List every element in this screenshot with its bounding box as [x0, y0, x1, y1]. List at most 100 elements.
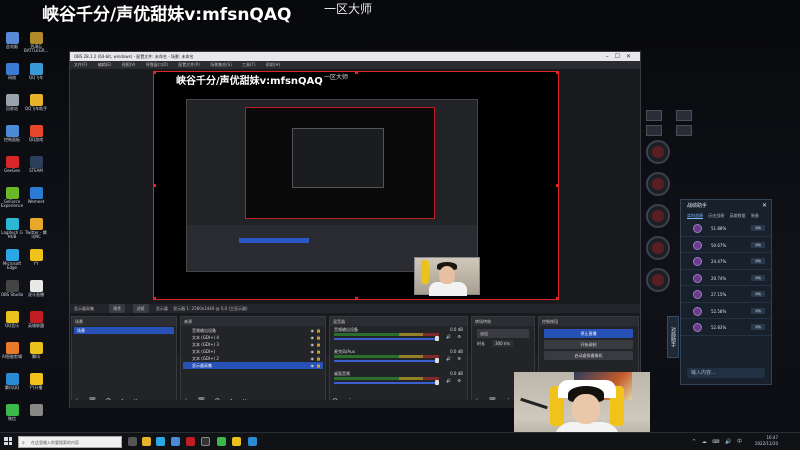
gear-icon[interactable]: ⚙	[457, 378, 461, 383]
lock-icon[interactable]: 🔒	[316, 334, 321, 341]
details-button[interactable]: 详情	[751, 291, 765, 297]
resize-handle[interactable]	[556, 297, 558, 299]
source-item[interactable]: 音频输出设备 ◉ 🔒	[183, 327, 323, 334]
lock-icon[interactable]: 🔒	[316, 362, 321, 369]
desktop-shortcut[interactable]: 英雄联盟	[24, 311, 48, 328]
desktop-shortcut[interactable]: 此电脑	[0, 32, 24, 49]
desktop-shortcut[interactable]: GeForce Experience	[0, 187, 24, 209]
menu-edit[interactable]: 编辑(E)	[98, 62, 112, 67]
resize-handle[interactable]	[154, 297, 156, 299]
visibility-eye-icon[interactable]: ◉	[311, 348, 315, 355]
close-icon[interactable]: ✕	[762, 200, 767, 212]
stop-streaming-button[interactable]: 停止直播	[544, 329, 633, 338]
visibility-eye-icon[interactable]: ◉	[311, 341, 315, 348]
obs-title-bar[interactable]: OBS 28.1.2 (64-bit, windows) - 配置文件: 未命名…	[70, 52, 640, 61]
task-view-icon[interactable]	[128, 437, 137, 446]
source-item[interactable]: 文本 (GDI+) ◉ 🔒	[183, 348, 323, 355]
side-square-button[interactable]	[646, 110, 662, 121]
details-button[interactable]: 详情	[751, 274, 765, 281]
visibility-eye-icon[interactable]: ◉	[311, 355, 315, 362]
obs-window[interactable]: OBS 28.1.2 (64-bit, windows) - 配置文件: 未命名…	[69, 51, 641, 408]
volume-slider[interactable]	[334, 382, 439, 384]
preview-canvas[interactable]: 峡谷千分/声优甜妹v:mfsnQAQ 一区大师	[153, 71, 559, 300]
taskbar-clock[interactable]: 16:47 2022/11/20	[755, 435, 778, 447]
volume-slider-handle[interactable]	[435, 358, 439, 363]
visibility-eye-icon[interactable]: ◉	[311, 327, 315, 334]
resize-handle[interactable]	[355, 72, 358, 74]
menu-file[interactable]: 文件(F)	[74, 62, 87, 67]
taskbar-search[interactable]: ⌕ 在这里输入你要搜索的内容	[18, 436, 122, 448]
system-tray[interactable]: ^ ☁ ⌨ 🔊 中	[692, 438, 744, 445]
virtual-camera-button[interactable]: 启动虚拟摄像机	[544, 351, 633, 360]
properties-button[interactable]: 属性	[109, 304, 126, 313]
details-button[interactable]: 详情	[751, 324, 765, 330]
speaker-icon[interactable]: 🔊	[446, 334, 451, 339]
display-select[interactable]: 显示器 1: 2560x1440 @ 0,0 (主显示器)	[173, 306, 247, 311]
resize-handle[interactable]	[355, 297, 358, 299]
edge-icon[interactable]	[156, 437, 165, 446]
desktop-shortcut[interactable]: GeeGee	[0, 156, 24, 173]
menu-help[interactable]: 帮助(H)	[266, 62, 280, 67]
app-icon[interactable]	[186, 437, 195, 446]
start-recording-button[interactable]: 开始录制	[544, 340, 633, 349]
obs-icon[interactable]	[201, 437, 210, 446]
app-icon[interactable]	[248, 437, 257, 446]
desktop-shortcut[interactable]: Logitech G HUB	[0, 218, 24, 240]
lock-icon[interactable]: 🔒	[316, 355, 321, 362]
window-controls[interactable]: –☐✕	[606, 52, 637, 61]
desktop-shortcut[interactable]: QQ音乐	[0, 311, 24, 328]
desktop-shortcut[interactable]: QQ游戏	[24, 125, 48, 142]
filters-button[interactable]: 滤镜	[132, 304, 149, 313]
visibility-eye-icon[interactable]: ◉	[311, 334, 315, 341]
desktop-shortcut[interactable]: QQ飞车	[24, 63, 48, 80]
visibility-eye-icon[interactable]: ◉	[311, 362, 315, 369]
hero-slot-button[interactable]	[646, 268, 670, 292]
volume-slider-handle[interactable]	[435, 336, 439, 341]
desktop-shortcut[interactable]: 网络	[0, 63, 24, 80]
desktop-shortcut[interactable]: STEAM	[24, 156, 48, 173]
volume-slider[interactable]	[334, 338, 439, 340]
source-item[interactable]: 文本 (GDI+) 3 ◉ 🔒	[183, 341, 323, 348]
gear-icon[interactable]: ⚙	[457, 334, 461, 339]
hero-slot-button[interactable]	[646, 140, 670, 164]
side-square-button[interactable]	[646, 125, 662, 136]
wechat-icon[interactable]	[217, 437, 226, 446]
desktop-shortcut[interactable]: Twitter - 腾讯NC	[24, 218, 48, 240]
tab-realtime[interactable]: 实时战绩	[687, 213, 703, 219]
volume-slider-handle[interactable]	[435, 380, 439, 385]
details-button[interactable]: 详情	[751, 258, 765, 264]
menu-view[interactable]: 视图(V)	[122, 62, 136, 67]
vertical-helper-tab[interactable]: 对局助手	[667, 316, 679, 358]
details-button[interactable]: 详情	[751, 307, 765, 314]
hero-slot-button[interactable]	[646, 236, 670, 260]
resize-handle[interactable]	[556, 72, 558, 74]
desktop-shortcut[interactable]: 控制面板	[0, 125, 24, 142]
tab-history[interactable]: 历史战绩	[708, 213, 724, 218]
hero-slot-button[interactable]	[646, 204, 670, 228]
desktop-shortcut[interactable]: PUBG BATTLEGR...	[24, 32, 48, 54]
helper-input[interactable]: 输入内容...	[687, 368, 765, 378]
gear-icon[interactable]: ⚙	[457, 356, 461, 361]
start-button[interactable]	[4, 437, 12, 445]
speaker-icon[interactable]: 🔊	[446, 356, 451, 361]
lock-icon[interactable]: 🔒	[316, 348, 321, 355]
menu-tools[interactable]: 工具(T)	[242, 62, 256, 67]
menu-docks[interactable]: 停靠窗口(D)	[146, 62, 168, 67]
menu-scene-collection[interactable]: 场景集合(S)	[210, 62, 232, 67]
desktop-shortcut[interactable]	[24, 404, 48, 417]
desktop-shortcut[interactable]: YY开播	[24, 373, 48, 390]
resize-handle[interactable]	[154, 72, 156, 74]
lock-icon[interactable]: 🔒	[316, 327, 321, 334]
volume-slider[interactable]	[334, 360, 439, 362]
resize-handle[interactable]	[154, 184, 156, 187]
desktop-shortcut[interactable]: 腾讯	[24, 342, 48, 359]
desktop-shortcut[interactable]: QQ飞车助手	[24, 94, 48, 111]
desktop-shortcut[interactable]: 微信	[0, 404, 24, 421]
lock-icon[interactable]: 🔒	[316, 341, 321, 348]
file-explorer-icon[interactable]	[142, 437, 151, 446]
source-item[interactable]: 显示器采集 ◉ 🔒	[183, 362, 323, 369]
app-icon[interactable]	[171, 437, 180, 446]
desktop-shortcut[interactable]: Microsoft Edge	[0, 249, 24, 271]
transition-select[interactable]: 淡出	[477, 329, 529, 338]
side-square-button[interactable]	[676, 110, 692, 121]
